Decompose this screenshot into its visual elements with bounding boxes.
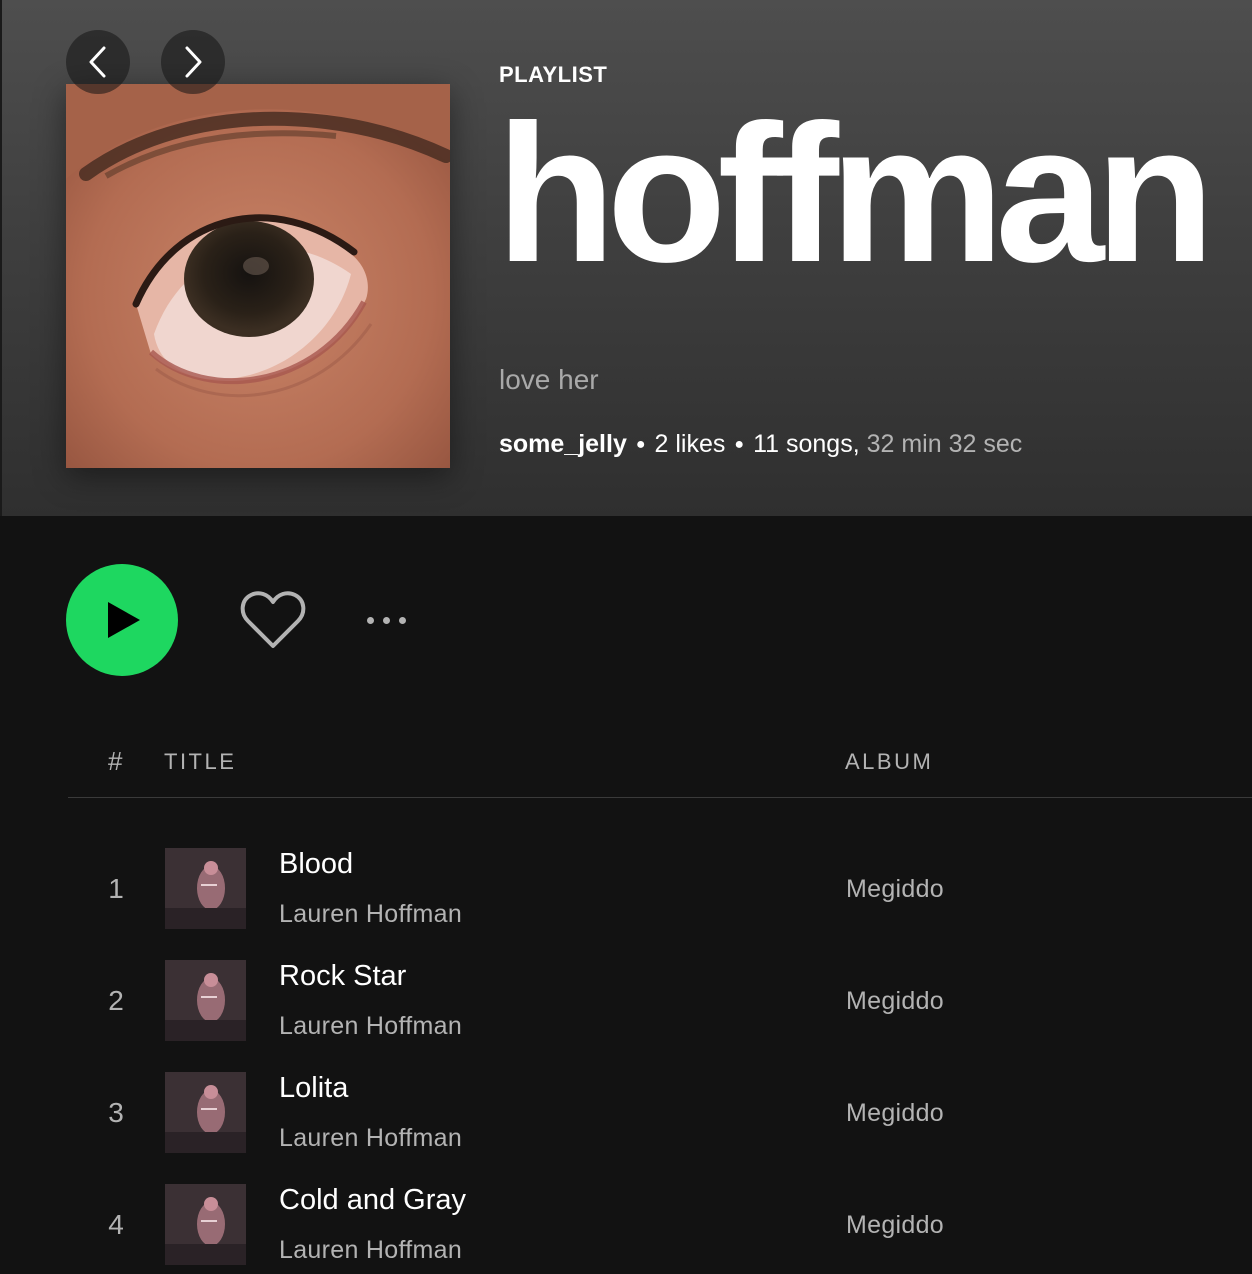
track-album-link[interactable]: Megiddo — [846, 1211, 944, 1240]
playlist-cover-image[interactable] — [66, 84, 450, 468]
playlist-header: PLAYLIST hoffman love her some_jelly ● 2 l… — [0, 0, 1252, 516]
track-number: 4 — [108, 1209, 124, 1240]
eye-photo — [66, 84, 450, 468]
more-options-icon — [366, 616, 374, 624]
track-title[interactable]: Cold and Gray — [279, 1184, 466, 1217]
track-title[interactable]: Lolita — [279, 1072, 348, 1105]
playlist-description: love her — [499, 364, 599, 395]
track-artist-link[interactable]: Lauren Hoffman — [279, 1124, 462, 1153]
column-number: # — [108, 746, 123, 776]
column-album[interactable]: ALBUM — [845, 749, 933, 775]
track-album-art — [165, 960, 246, 1041]
track-number: 1 — [108, 873, 124, 904]
playlist-owner-link[interactable]: some_jelly — [499, 430, 627, 458]
track-album-link[interactable]: Megiddo — [846, 875, 944, 904]
table-row[interactable]: 2 Rock Star Lauren Hoffman Megiddo — [0, 944, 1252, 1056]
forward-button[interactable] — [161, 30, 225, 94]
table-row[interactable]: 3 Lolita Lauren Hoffman Megiddo — [0, 1056, 1252, 1168]
playlist-duration: 32 min 32 sec — [866, 430, 1023, 458]
action-bar — [0, 516, 1252, 716]
track-number: 3 — [108, 1097, 124, 1128]
more-options-icon — [382, 616, 390, 624]
chevron-left-icon — [89, 46, 106, 78]
playlist-title: hoffman — [496, 84, 1215, 303]
play-button[interactable] — [66, 564, 178, 676]
chevron-right-icon — [185, 46, 202, 78]
track-table-header: # TITLE ALBUM — [68, 740, 1252, 798]
back-button[interactable] — [66, 30, 130, 94]
track-title[interactable]: Blood — [279, 848, 353, 881]
track-artist-link[interactable]: Lauren Hoffman — [279, 1236, 462, 1265]
table-row[interactable]: 4 Cold and Gray Lauren Hoffman Megiddo — [0, 1168, 1252, 1274]
separator-dot: ● — [734, 436, 745, 453]
track-album-link[interactable]: Megiddo — [846, 987, 944, 1016]
more-options-button[interactable] — [358, 608, 414, 632]
heart-icon — [240, 591, 306, 648]
separator-dot: ● — [635, 436, 646, 453]
track-album-link[interactable]: Megiddo — [846, 1099, 944, 1128]
track-artist-link[interactable]: Lauren Hoffman — [279, 900, 462, 929]
track-number: 2 — [108, 985, 124, 1016]
more-options-icon — [398, 616, 406, 624]
track-album-art — [165, 1072, 246, 1153]
songs-count: 11 songs, — [753, 430, 860, 458]
column-title[interactable]: TITLE — [164, 749, 236, 775]
track-artist-link[interactable]: Lauren Hoffman — [279, 1012, 462, 1041]
track-album-art — [165, 848, 246, 929]
table-row[interactable]: 1 Blood Lauren Hoffman Megiddo — [0, 832, 1252, 944]
playlist-meta: some_jelly ● 2 likes ● 11 songs, 32 min 32 s… — [499, 430, 1022, 459]
track-album-art — [165, 1184, 246, 1265]
like-button[interactable] — [238, 588, 308, 652]
track-title[interactable]: Rock Star — [279, 960, 406, 993]
play-icon — [108, 602, 140, 638]
likes-count: 2 likes — [654, 430, 726, 458]
